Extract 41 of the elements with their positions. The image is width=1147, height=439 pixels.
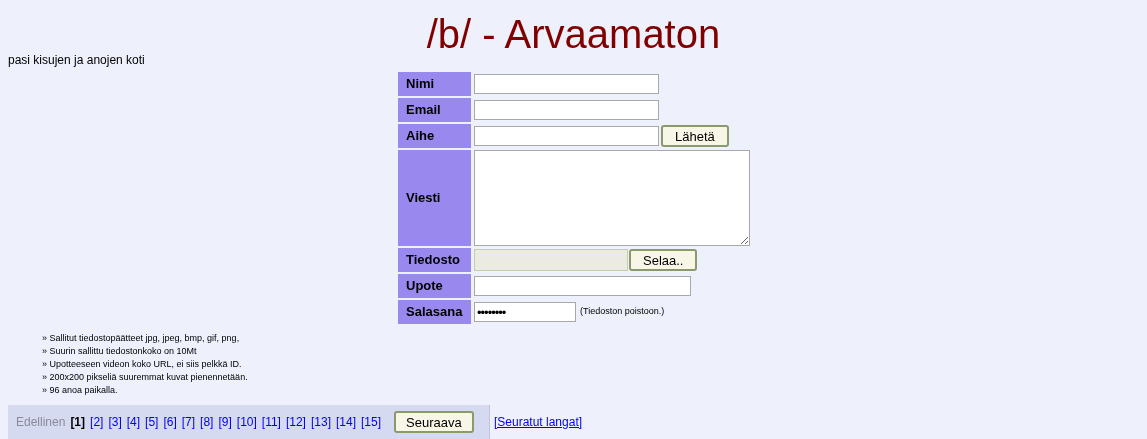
- field-label: Email: [398, 98, 471, 122]
- page-link[interactable]: [10]: [236, 413, 257, 431]
- page-link[interactable]: [2]: [90, 413, 104, 431]
- page-link[interactable]: [1]: [70, 413, 86, 431]
- message-textarea[interactable]: [474, 150, 750, 246]
- field-label: Upote: [398, 274, 471, 298]
- page-link[interactable]: [15]: [361, 413, 381, 431]
- page-link[interactable]: [13]: [310, 413, 331, 431]
- next-button[interactable]: Seuraava: [394, 411, 474, 433]
- field-label: Tiedosto: [398, 248, 471, 272]
- field-label: Aihe: [398, 124, 471, 148]
- text-field[interactable]: [474, 126, 659, 146]
- field-label: Salasana: [398, 300, 471, 324]
- password-field[interactable]: ••••••••: [474, 302, 576, 322]
- previous-label: Edellinen: [16, 414, 66, 431]
- board-title: /b/ - Arvaamaton: [425, 11, 722, 52]
- submit-button[interactable]: Lähetä: [661, 125, 729, 147]
- page-link[interactable]: [5]: [145, 413, 159, 431]
- page-link[interactable]: [4]: [126, 413, 141, 431]
- text-field[interactable]: [474, 276, 691, 296]
- rule-text: » Suurin sallittu tiedostonkoko on 10Mt: [42, 345, 198, 358]
- text-field[interactable]: [474, 74, 659, 94]
- rule-text: » 200x200 pikseliä suuremmat kuvat pienennetään.: [42, 371, 249, 384]
- page-link[interactable]: [12]: [285, 413, 306, 431]
- text-field[interactable]: [474, 100, 659, 120]
- page-link[interactable]: [6]: [163, 413, 177, 431]
- rule-text: » Upotteeseen videon koko URL, ei siis pelkkä ID.: [42, 358, 243, 371]
- page-link[interactable]: [14]: [335, 413, 356, 431]
- field-label: Viesti: [398, 150, 471, 246]
- page-link[interactable]: [9]: [218, 413, 232, 431]
- browse-button[interactable]: Selaa..: [629, 249, 698, 271]
- page-link[interactable]: [11]: [261, 413, 281, 431]
- rule-text: » Sallitut tiedostopäätteet jpg, jpeg, bmp, gif, png,: [42, 332, 241, 345]
- page-link[interactable]: [8]: [200, 413, 214, 431]
- field-label: Nimi: [398, 72, 471, 96]
- followed-threads-link[interactable]: [Seuratut langat]: [494, 413, 583, 431]
- board-subtitle: pasi kisujen ja anojen koti: [7, 52, 146, 69]
- rule-text: » 96 anoa paikalla.: [42, 384, 119, 397]
- page-link[interactable]: [7]: [181, 413, 196, 431]
- password-note: (Tiedoston poistoon.): [580, 305, 665, 319]
- page-link[interactable]: [3]: [108, 413, 122, 431]
